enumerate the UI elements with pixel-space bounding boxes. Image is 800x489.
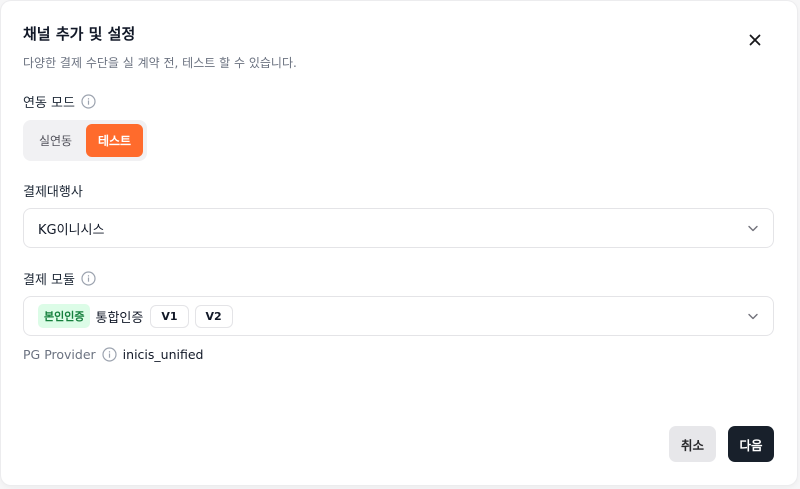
close-button[interactable] [744, 29, 766, 51]
channel-settings-dialog: 채널 추가 및 설정 다양한 결제 수단을 실 계약 전, 테스트 할 수 있습… [1, 1, 797, 485]
close-icon [749, 34, 761, 46]
mode-option-live[interactable]: 실연동 [27, 124, 84, 157]
module-selected-value: 통합인증 [95, 310, 144, 326]
chevron-down-icon [748, 225, 758, 232]
chevron-down-icon [748, 313, 758, 320]
info-icon[interactable] [81, 94, 96, 109]
mode-label-row: 연동 모드 [23, 92, 96, 111]
info-icon[interactable] [102, 347, 117, 362]
version-chip-v2[interactable]: V2 [194, 304, 233, 328]
mode-toggle: 실연동 테스트 [23, 120, 147, 161]
pg-label-row: 결제대행사 [23, 181, 83, 200]
info-icon[interactable] [81, 271, 96, 286]
dialog-title: 채널 추가 및 설정 [23, 25, 136, 43]
next-button[interactable]: 다음 [728, 426, 774, 462]
version-chip-v1[interactable]: V1 [150, 304, 189, 328]
dialog-subtitle: 다양한 결제 수단을 실 계약 전, 테스트 할 수 있습니다. [23, 56, 297, 70]
pg-provider-value: inicis_unified [122, 347, 204, 362]
module-label: 결제 모듈 [23, 273, 75, 288]
cancel-button[interactable]: 취소 [669, 426, 716, 462]
pg-select[interactable]: KG이니시스 [23, 208, 774, 248]
pg-label: 결제대행사 [23, 185, 83, 200]
module-select[interactable]: 본인인증 통합인증 V1 V2 [23, 296, 774, 336]
module-category-badge: 본인인증 [38, 304, 91, 328]
mode-option-test[interactable]: 테스트 [86, 124, 143, 157]
module-label-row: 결제 모듈 [23, 269, 96, 288]
pg-provider-row: PG Provider inicis_unified [23, 347, 203, 362]
pg-provider-label: PG Provider [23, 347, 96, 362]
pg-selected-value: KG이니시스 [38, 222, 105, 238]
mode-label: 연동 모드 [23, 96, 75, 111]
